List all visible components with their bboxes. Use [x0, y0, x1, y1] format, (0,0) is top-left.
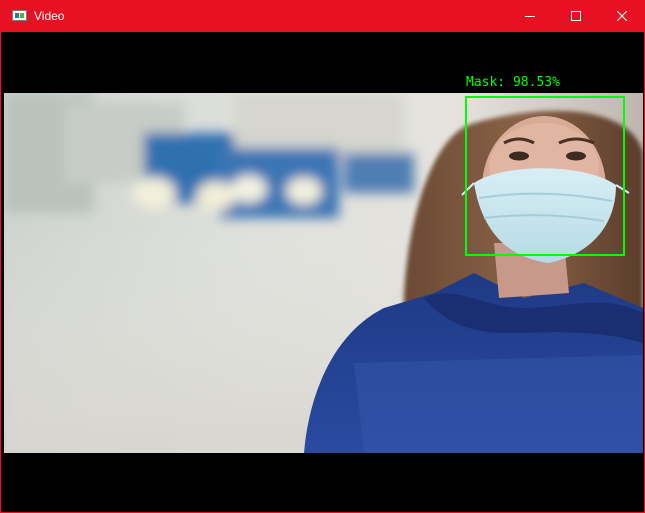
minimize-icon: [525, 16, 535, 17]
detection-label: Mask: 98.53%: [466, 75, 560, 90]
close-button[interactable]: [599, 1, 645, 32]
close-icon: [617, 11, 627, 21]
video-display: Mask: 98.53%: [4, 32, 643, 512]
detection-box: [465, 96, 625, 256]
title-bar[interactable]: Video: [1, 1, 644, 32]
minimize-button[interactable]: [507, 1, 553, 32]
maximize-icon: [571, 11, 581, 21]
window-title: Video: [34, 9, 65, 23]
video-window: Video Mask: 98.53%: [0, 0, 645, 513]
app-icon: [12, 10, 27, 21]
maximize-button[interactable]: [553, 1, 599, 32]
